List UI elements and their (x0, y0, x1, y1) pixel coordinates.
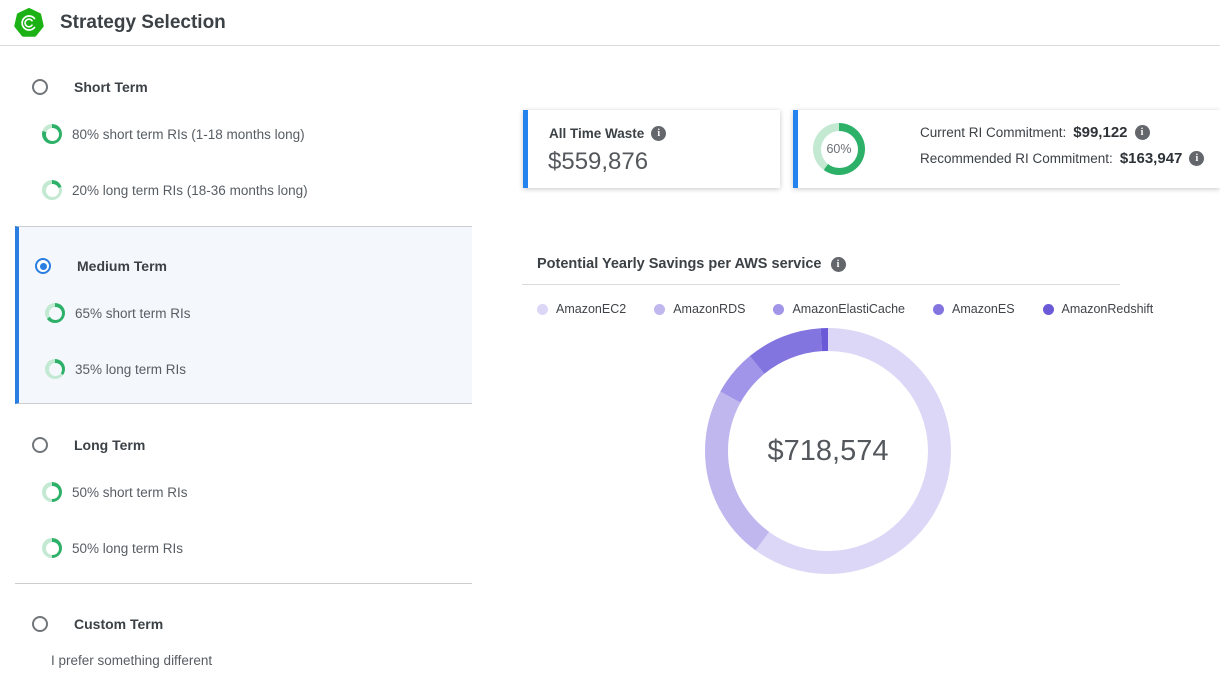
legend-label: AmazonES (952, 302, 1015, 316)
option-custom-term[interactable]: Custom Term (32, 616, 163, 632)
sub-option-label: 65% short term RIs (75, 306, 191, 321)
all-time-waste-card: All Time Waste i $559,876 (523, 110, 780, 188)
sub-option-label: 50% long term RIs (72, 541, 183, 556)
option-label: Long Term (74, 437, 145, 453)
current-ri-commitment-row: Current RI Commitment: $99,122 i (920, 124, 1204, 141)
option-label: Custom Term (74, 616, 163, 632)
recommended-ri-value: $163,947 (1120, 150, 1183, 167)
sub-option-label: 50% short term RIs (72, 485, 188, 500)
progress-ring (42, 482, 62, 502)
option-medium-term[interactable]: Medium Term (35, 258, 167, 274)
legend-item-AmazonRDS[interactable]: AmazonRDS (654, 302, 745, 316)
option-label: Medium Term (77, 258, 167, 274)
sub-option-label: 35% long term RIs (75, 362, 186, 377)
progress-ring (45, 359, 65, 379)
legend-label: AmazonRedshift (1062, 302, 1154, 316)
custom-term-description: I prefer something different (51, 653, 212, 668)
page-title: Strategy Selection (60, 0, 226, 46)
sub-option-row: 80% short term RIs (1-18 months long) (42, 124, 305, 144)
progress-ring (42, 124, 62, 144)
recommended-ri-commitment-row: Recommended RI Commitment: $163,947 i (920, 150, 1204, 167)
option-label: Short Term (74, 79, 148, 95)
donut-center-total: $718,574 (705, 328, 951, 574)
radio-medium-term[interactable] (35, 258, 51, 274)
commitment-percent-label: 60% (821, 131, 858, 168)
progress-ring (45, 303, 65, 323)
legend-dot-icon (654, 304, 665, 315)
recommended-ri-label: Recommended RI Commitment: (920, 151, 1113, 166)
sub-option-row: 35% long term RIs (45, 359, 186, 379)
legend-dot-icon (537, 304, 548, 315)
legend-label: AmazonElastiCache (792, 302, 905, 316)
waste-card-label: All Time Waste (549, 126, 644, 141)
legend-dot-icon (773, 304, 784, 315)
option-short-term[interactable]: Short Term (32, 79, 148, 95)
chart-divider (522, 284, 1120, 285)
ri-commitment-card: 60% Current RI Commitment: $99,122 i Rec… (793, 110, 1220, 188)
progress-ring (42, 538, 62, 558)
chart-title-row: Potential Yearly Savings per AWS service… (537, 256, 846, 272)
sub-option-row: 65% short term RIs (45, 303, 191, 323)
sub-option-row: 20% long term RIs (18-36 months long) (42, 180, 308, 200)
radio-short-term[interactable] (32, 79, 48, 95)
legend-item-AmazonElastiCache[interactable]: AmazonElastiCache (773, 302, 905, 316)
legend-item-AmazonES[interactable]: AmazonES (933, 302, 1015, 316)
radio-custom-term[interactable] (32, 616, 48, 632)
current-ri-label: Current RI Commitment: (920, 125, 1066, 140)
commitment-percent-ring: 60% (813, 123, 865, 175)
page-header: Strategy Selection (0, 0, 1220, 46)
sub-option-label: 20% long term RIs (18-36 months long) (72, 183, 308, 198)
info-icon[interactable]: i (1135, 125, 1150, 140)
section-divider (15, 583, 472, 584)
legend-label: AmazonRDS (673, 302, 745, 316)
chart-title: Potential Yearly Savings per AWS service (537, 256, 822, 272)
waste-card-value: $559,876 (548, 148, 648, 176)
chart-legend: AmazonEC2 AmazonRDS AmazonElastiCache Amazo… (537, 302, 1153, 316)
option-long-term[interactable]: Long Term (32, 437, 145, 453)
sub-option-row: 50% short term RIs (42, 482, 188, 502)
legend-dot-icon (933, 304, 944, 315)
legend-item-AmazonRedshift[interactable]: AmazonRedshift (1043, 302, 1154, 316)
legend-item-AmazonEC2[interactable]: AmazonEC2 (537, 302, 626, 316)
savings-donut-chart: $718,574 (705, 328, 951, 574)
radio-long-term[interactable] (32, 437, 48, 453)
strategy-selection-page: Strategy Selection Short Term 80% short … (0, 0, 1220, 691)
info-icon[interactable]: i (651, 126, 666, 141)
legend-dot-icon (1043, 304, 1054, 315)
progress-ring (42, 180, 62, 200)
sub-option-label: 80% short term RIs (1-18 months long) (72, 127, 305, 142)
brand-logo-icon (14, 8, 44, 38)
current-ri-value: $99,122 (1073, 124, 1127, 141)
info-icon[interactable]: i (831, 257, 846, 272)
info-icon[interactable]: i (1189, 151, 1204, 166)
sub-option-row: 50% long term RIs (42, 538, 183, 558)
legend-label: AmazonEC2 (556, 302, 626, 316)
